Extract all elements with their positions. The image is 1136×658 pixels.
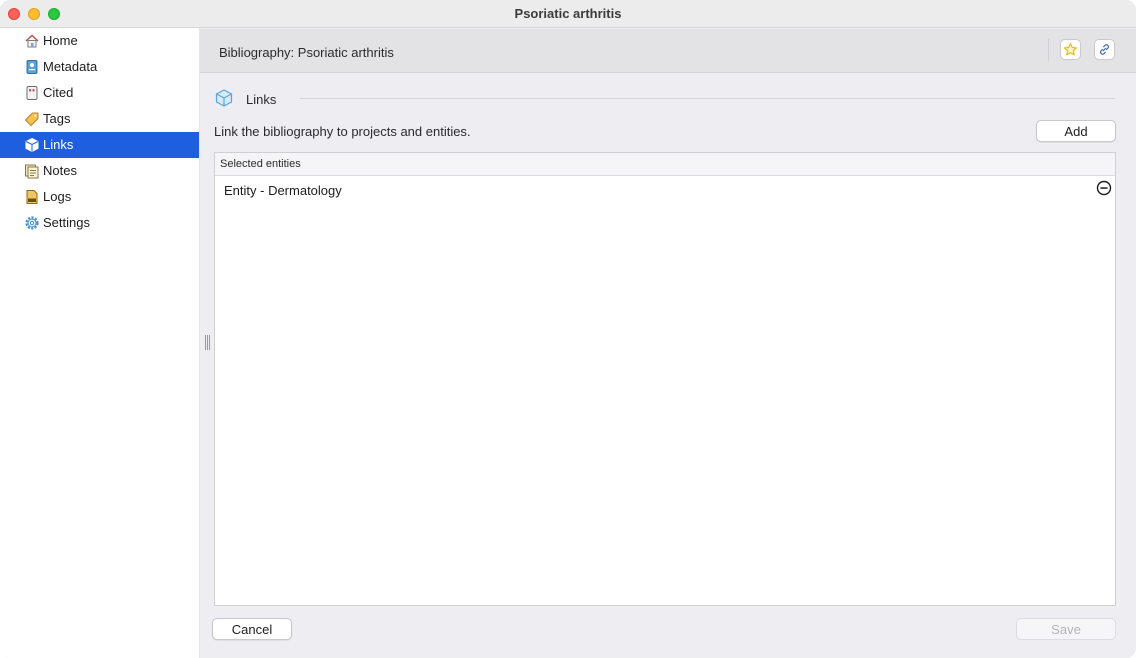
sidebar-item-label: Notes <box>43 163 77 178</box>
selected-entities-table: Selected entities Entity - Dermatology <box>214 152 1116 606</box>
table-row[interactable]: Entity - Dermatology <box>215 177 1115 203</box>
section-title: Links <box>246 92 277 107</box>
app-window: Psoriatic arthritis Home Metadata Cited … <box>0 0 1136 658</box>
sidebar-item-metadata[interactable]: Metadata <box>0 54 199 80</box>
title-bar: Psoriatic arthritis <box>0 0 1136 28</box>
sidebar-item-logs[interactable]: Logs <box>0 184 199 210</box>
add-button[interactable]: Add <box>1036 120 1116 142</box>
tag-icon <box>24 112 39 127</box>
sidebar-item-label: Cited <box>43 85 74 100</box>
metadata-icon <box>26 60 38 74</box>
sidebar-item-label: Metadata <box>43 59 98 74</box>
notes-icon <box>25 164 39 179</box>
sidebar-item-tags[interactable]: Tags <box>0 106 199 132</box>
splitter-handle[interactable] <box>205 335 210 350</box>
cited-icon <box>26 86 38 100</box>
favorite-button[interactable] <box>1060 39 1081 60</box>
sidebar-item-label: Logs <box>43 189 72 204</box>
copy-link-button[interactable] <box>1094 39 1115 60</box>
save-button[interactable]: Save <box>1016 618 1116 640</box>
sidebar-item-label: Links <box>43 137 74 152</box>
sidebar: Home Metadata Cited Tags Links Notes Log… <box>0 28 199 658</box>
link-icon <box>1100 44 1109 55</box>
sidebar-item-settings[interactable]: Settings <box>0 210 199 236</box>
cancel-button[interactable]: Cancel <box>212 618 292 640</box>
cube-icon <box>215 89 233 107</box>
sidebar-divider <box>199 28 200 658</box>
entity-label: Entity - Dermatology <box>224 183 342 198</box>
table-header[interactable]: Selected entities <box>215 153 1115 176</box>
sidebar-item-home[interactable]: Home <box>0 28 199 54</box>
sidebar-item-links[interactable]: Links <box>0 132 199 158</box>
remove-icon[interactable] <box>1096 180 1112 196</box>
sidebar-item-notes[interactable]: Notes <box>0 158 199 184</box>
column-header-selected-entities: Selected entities <box>220 158 301 170</box>
sidebar-item-cited[interactable]: Cited <box>0 80 199 106</box>
header-divider <box>1048 39 1049 61</box>
sidebar-item-label: Settings <box>43 215 90 230</box>
logs-icon <box>26 190 38 204</box>
section-description: Link the bibliography to projects and en… <box>214 124 471 139</box>
page-title: Bibliography: Psoriatic arthritis <box>219 45 394 60</box>
content-header: Bibliography: Psoriatic arthritis <box>200 29 1136 73</box>
gear-icon <box>25 216 39 230</box>
sidebar-item-label: Tags <box>43 111 71 126</box>
cube-icon <box>25 137 39 153</box>
window-title: Psoriatic arthritis <box>514 6 622 21</box>
section-divider <box>300 98 1115 99</box>
sidebar-item-label: Home <box>43 33 78 48</box>
star-icon <box>1063 43 1078 56</box>
home-icon <box>25 34 39 48</box>
